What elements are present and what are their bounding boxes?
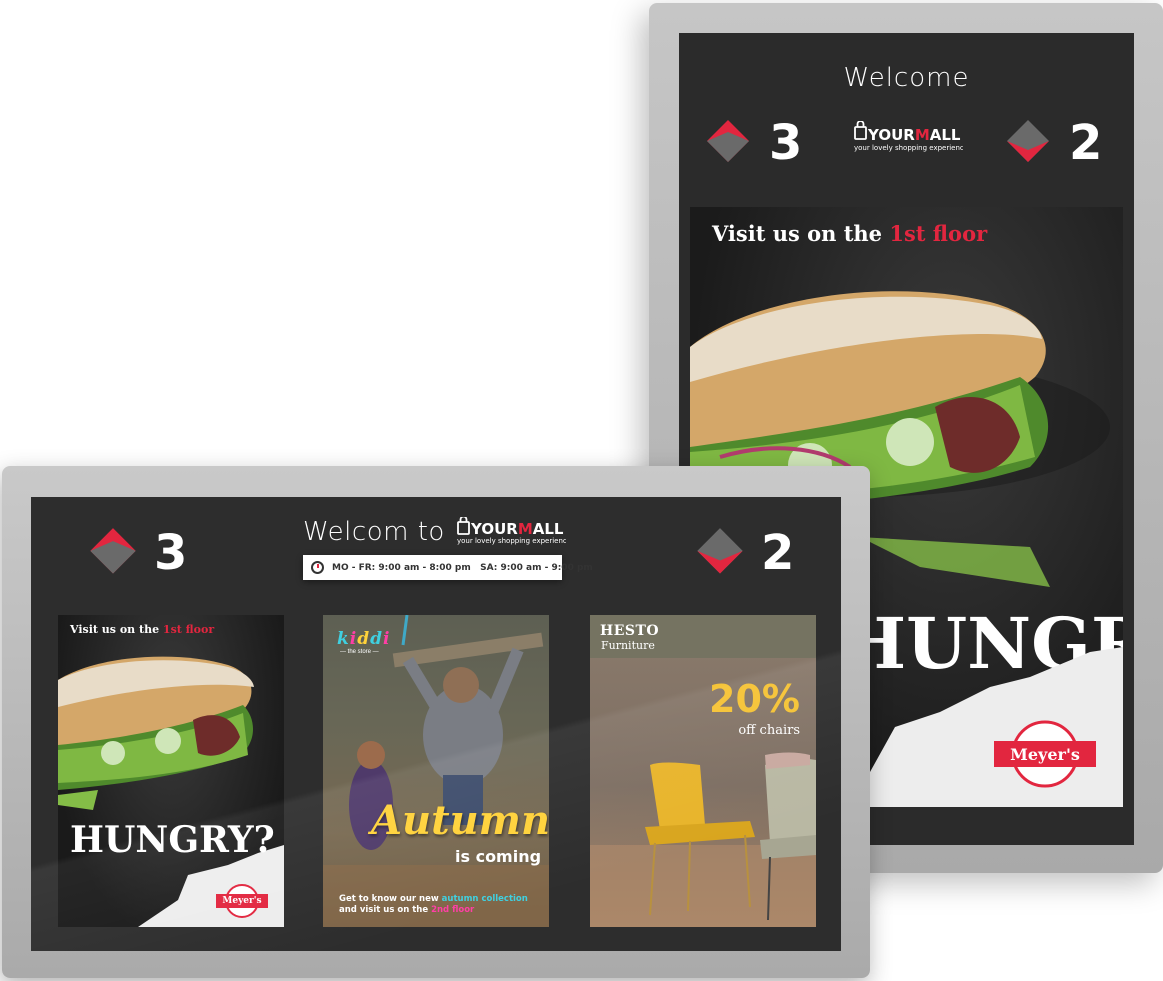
floor-down-icon [1007, 120, 1049, 162]
discount-value: 20% [709, 677, 800, 721]
floor-number: 2 [1069, 115, 1103, 171]
svg-text:YOURMALL: YOURMALL [867, 126, 961, 144]
meyers-badge: Meyer's [990, 719, 1100, 789]
kids-photo [323, 615, 549, 927]
floor-up-icon [707, 120, 749, 162]
hesto-brand: HESTO [600, 623, 660, 639]
floor-number: 3 [154, 525, 188, 581]
discount-label: off chairs [738, 723, 800, 738]
kiddi-logo: kiddi [337, 629, 391, 649]
chairs-photo [590, 752, 816, 927]
landscape-screen: 3 Welcom to YOURMALL your lovely shoppin… [31, 497, 841, 951]
floor-2-indicator: 2 [695, 525, 794, 581]
signage-scene: Welcome 3 YOURMALL your lovely shopping … [0, 0, 1163, 981]
opening-hours-text: MO - FR: 9:00 am - 8:00 pm SA: 9:00 am -… [332, 562, 593, 573]
yourmall-logo: YOURMALL your lovely shopping experience [853, 120, 968, 162]
card-headline: HUNGRY? [70, 819, 275, 861]
svg-text:your lovely shopping experienc: your lovely shopping experience [457, 537, 566, 545]
floor-down-icon [697, 528, 743, 574]
card-subline: is coming [455, 847, 542, 866]
floor-number: 2 [761, 525, 795, 581]
landscape-display: 3 Welcom to YOURMALL your lovely shoppin… [2, 466, 870, 978]
hesto-card: HESTO Furniture 20% off chairs [590, 615, 816, 927]
kiddi-subtitle: — the store — [340, 649, 379, 655]
floor-2-indicator: 2 [1005, 115, 1102, 171]
card-visit-text: Visit us on the 1st floor [70, 623, 215, 636]
svg-text:your lovely shopping experienc: your lovely shopping experience [854, 144, 963, 152]
floor-up-icon [90, 528, 136, 574]
kiddi-card: kiddi — the store — Autumn is coming Get… [323, 615, 549, 927]
portrait-welcome-title: Welcome [843, 63, 970, 93]
floor-3-indicator: 3 [88, 525, 187, 581]
sandwich-image [58, 656, 284, 927]
opening-hours-bar: MO - FR: 9:00 am - 8:00 pm SA: 9:00 am -… [303, 555, 593, 580]
yourmall-logo: YOURMALL your lovely shopping experience [456, 515, 571, 552]
landscape-welcome-title: Welcom to [303, 517, 445, 547]
clock-icon [311, 561, 324, 574]
card-footer-text: Get to know our new autumn collection an… [339, 894, 528, 915]
floor-3-indicator: 3 [705, 115, 802, 171]
floor-number: 3 [769, 115, 803, 171]
hesto-brand-sub: Furniture [601, 639, 655, 652]
card-headline: Autumn [371, 797, 549, 844]
meyers-badge: Meyer's [214, 883, 270, 919]
meyers-card: Visit us on the 1st floor HUNGRY? Meyer'… [58, 615, 284, 927]
svg-text:YOURMALL: YOURMALL [470, 520, 564, 538]
